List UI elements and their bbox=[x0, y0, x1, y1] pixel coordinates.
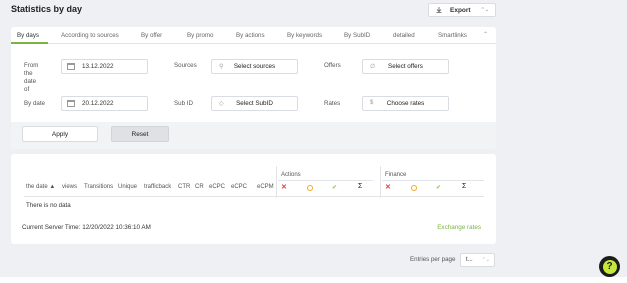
tab-by-keywords[interactable]: By keywords bbox=[287, 32, 322, 39]
select-offers-button[interactable]: ∅ Select offers bbox=[362, 59, 449, 74]
finance-group-header: Finance bbox=[385, 172, 407, 178]
select-subid-label: Select SubID bbox=[236, 100, 273, 107]
server-time: Current Server Time: 12/20/2022 10:36:10… bbox=[22, 224, 151, 231]
col-views[interactable]: views bbox=[62, 184, 77, 190]
rates-label: Rates bbox=[324, 100, 341, 107]
tab-smartlinks[interactable]: Smartlinks bbox=[438, 32, 467, 39]
col-ctr[interactable]: CTR bbox=[178, 184, 190, 190]
stats-table-panel: Actions Finance the date ▲ views Transit… bbox=[11, 154, 496, 244]
by-date-field[interactable]: 20.12.2022 bbox=[61, 96, 148, 111]
export-label: Export bbox=[450, 6, 471, 14]
approved-check-icon: ✔ bbox=[332, 185, 338, 191]
dollar-icon: $ bbox=[370, 100, 374, 106]
tab-by-promo[interactable]: By promo bbox=[187, 32, 213, 39]
collapse-chevron-icon[interactable]: ⌃ bbox=[483, 31, 488, 38]
tab-by-days[interactable]: By days bbox=[17, 32, 39, 39]
calendar-icon bbox=[67, 100, 75, 107]
by-date-label: By date bbox=[24, 100, 45, 107]
col-ecpc[interactable]: eCPC bbox=[209, 184, 225, 190]
tab-by-actions[interactable]: By actions bbox=[236, 32, 265, 39]
server-time-value: 12/20/2022 10:36:10 AM bbox=[82, 224, 151, 231]
entries-per-page-select[interactable]: t... ⌃⌄ bbox=[460, 253, 495, 267]
entries-per-page-value: t... bbox=[466, 257, 473, 263]
choose-rates-button[interactable]: $ Choose rates bbox=[362, 96, 449, 111]
server-time-label: Current Server Time: bbox=[22, 224, 81, 231]
link-icon: ⚲ bbox=[219, 64, 224, 70]
select-offers-label: Select offers bbox=[388, 63, 423, 70]
select-sources-label: Select sources bbox=[233, 63, 276, 70]
tab-detailed[interactable]: detailed bbox=[393, 32, 415, 39]
col-ecpm[interactable]: eCPM bbox=[257, 184, 274, 190]
approved-check-icon: ✔ bbox=[436, 185, 442, 191]
choose-rates-label: Choose rates bbox=[386, 100, 425, 107]
sum-icon: Σ bbox=[358, 183, 363, 190]
reset-button[interactable]: Reset bbox=[111, 126, 169, 142]
offers-label: Offers bbox=[324, 62, 341, 69]
pending-clock-icon bbox=[411, 185, 417, 191]
from-date-label: From the date of bbox=[24, 62, 39, 93]
rejected-icon: ✕ bbox=[385, 184, 391, 191]
col-cr[interactable]: CR bbox=[195, 184, 204, 190]
col-date[interactable]: the date ▲ bbox=[26, 184, 55, 190]
footer-strip bbox=[0, 277, 627, 283]
select-sources-button[interactable]: ⚲ Select sources bbox=[211, 59, 298, 74]
active-tab-indicator bbox=[11, 42, 48, 44]
subid-label: Sub ID bbox=[174, 100, 193, 107]
sources-label: Sources bbox=[174, 62, 197, 69]
exchange-rates-link[interactable]: Exchange rates bbox=[437, 224, 481, 231]
sum-icon: Σ bbox=[462, 183, 467, 190]
question-icon: ? bbox=[602, 259, 617, 274]
select-subid-button[interactable]: ◇ Select SubID bbox=[211, 96, 298, 111]
pending-clock-icon bbox=[307, 185, 313, 191]
clip-icon: ∅ bbox=[370, 64, 376, 70]
filter-actions: Apply Reset bbox=[11, 122, 496, 149]
col-ecpc-2[interactable]: eCPC bbox=[231, 184, 247, 190]
tab-by-subid[interactable]: By SubID bbox=[344, 32, 370, 39]
rejected-icon: ✕ bbox=[281, 184, 287, 191]
from-date-field[interactable]: 13.12.2022 bbox=[61, 59, 148, 74]
tab-bar: By days According to sources By offer By… bbox=[11, 27, 496, 44]
calendar-icon bbox=[67, 63, 75, 70]
empty-table-message: There is no data bbox=[26, 202, 71, 209]
from-date-value: 13.12.2022 bbox=[82, 63, 114, 70]
filter-panel: By days According to sources By offer By… bbox=[11, 27, 496, 149]
apply-button[interactable]: Apply bbox=[22, 126, 98, 142]
chevron-updown-icon: ⌃⌄ bbox=[481, 257, 490, 263]
by-date-value: 20.12.2022 bbox=[82, 100, 114, 107]
col-unique[interactable]: Unique bbox=[118, 184, 137, 190]
col-trafficback[interactable]: trafficback bbox=[144, 184, 171, 190]
help-button[interactable]: ? bbox=[599, 256, 620, 277]
tab-according-to-sources[interactable]: According to sources bbox=[61, 32, 119, 39]
actions-group-header: Actions bbox=[281, 172, 301, 178]
page-title: Statistics by day bbox=[11, 4, 83, 14]
export-button[interactable]: Export ⌃⌄ bbox=[428, 3, 496, 17]
tag-icon: ◇ bbox=[219, 101, 224, 107]
download-icon bbox=[436, 7, 442, 13]
entries-per-page-label: Entries per page bbox=[410, 256, 456, 263]
chevron-updown-icon: ⌃⌄ bbox=[480, 7, 489, 13]
col-transitions[interactable]: Transitions bbox=[84, 184, 113, 190]
tab-by-offer[interactable]: By offer bbox=[141, 32, 162, 39]
